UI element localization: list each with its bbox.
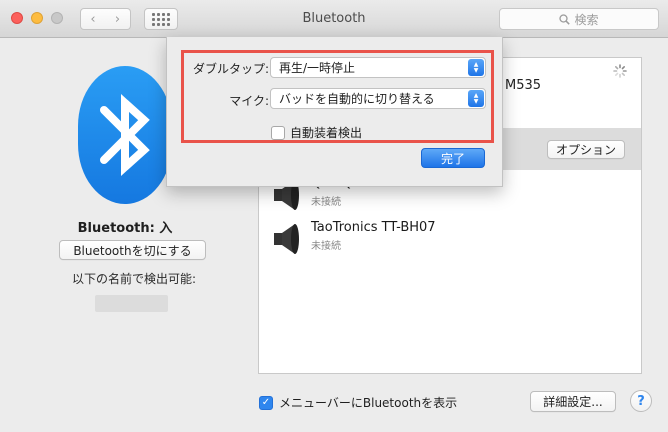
checkmark-icon: ✓ <box>261 397 271 408</box>
mic-value: バッドを自動的に切り替える <box>279 92 435 106</box>
mic-select[interactable]: バッドを自動的に切り替える ▲ ▼ <box>270 88 486 109</box>
list-item[interactable]: TaoTronics TT-BH07 未接続 <box>271 220 436 256</box>
search-placeholder: 検索 <box>574 12 599 27</box>
discoverable-label: 以下の名前で検出可能: <box>71 272 197 286</box>
updown-chevron-icon: ▲ ▼ <box>468 90 484 107</box>
device-status: 未接続 <box>311 197 341 208</box>
auto-detect-label: 自動装着検出 <box>290 126 363 140</box>
search-input[interactable]: 検索 <box>499 8 659 30</box>
speaker-icon <box>274 224 299 254</box>
auto-detect-row[interactable]: 自動装着検出 <box>271 124 362 141</box>
done-button[interactable]: 完了 <box>421 148 485 168</box>
bluetooth-icon <box>78 66 172 204</box>
bluetooth-status: Bluetooth: 入 <box>77 221 173 236</box>
help-button[interactable]: ? <box>630 390 652 412</box>
show-in-menu-bar-label: メニューバーにBluetoothを表示 <box>279 396 458 410</box>
search-icon <box>559 13 571 25</box>
title-bar: ‹ › Bluetooth 検索 <box>0 0 668 38</box>
advanced-button[interactable]: 詳細設定... <box>530 391 616 412</box>
mic-label: マイク: <box>229 94 269 108</box>
loading-spinner-icon <box>613 64 627 78</box>
device-name-partial: M535 <box>505 78 542 93</box>
turn-off-bluetooth-button[interactable]: Bluetoothを切にする <box>59 240 206 260</box>
options-sheet: ダブルタップ: 再生/一時停止 ▲ ▼ マイク: バッドを自動的に切り替える ▲ ▼… <box>166 37 503 187</box>
device-name: TaoTronics TT-BH07 <box>311 220 436 235</box>
device-status: 未接続 <box>311 241 341 252</box>
show-in-menu-bar-checkbox[interactable]: ✓ <box>259 395 273 410</box>
updown-chevron-icon: ▲ ▼ <box>468 59 484 76</box>
auto-detect-checkbox[interactable] <box>271 125 285 140</box>
device-name-redacted <box>95 295 168 312</box>
show-in-menu-bar-checkbox-row[interactable]: ✓ メニューバーにBluetoothを表示 <box>259 394 457 411</box>
options-button[interactable]: オプション <box>547 140 625 159</box>
double-tap-select[interactable]: 再生/一時停止 ▲ ▼ <box>270 57 486 78</box>
double-tap-value: 再生/一時停止 <box>279 61 356 75</box>
double-tap-label: ダブルタップ: <box>192 62 269 76</box>
